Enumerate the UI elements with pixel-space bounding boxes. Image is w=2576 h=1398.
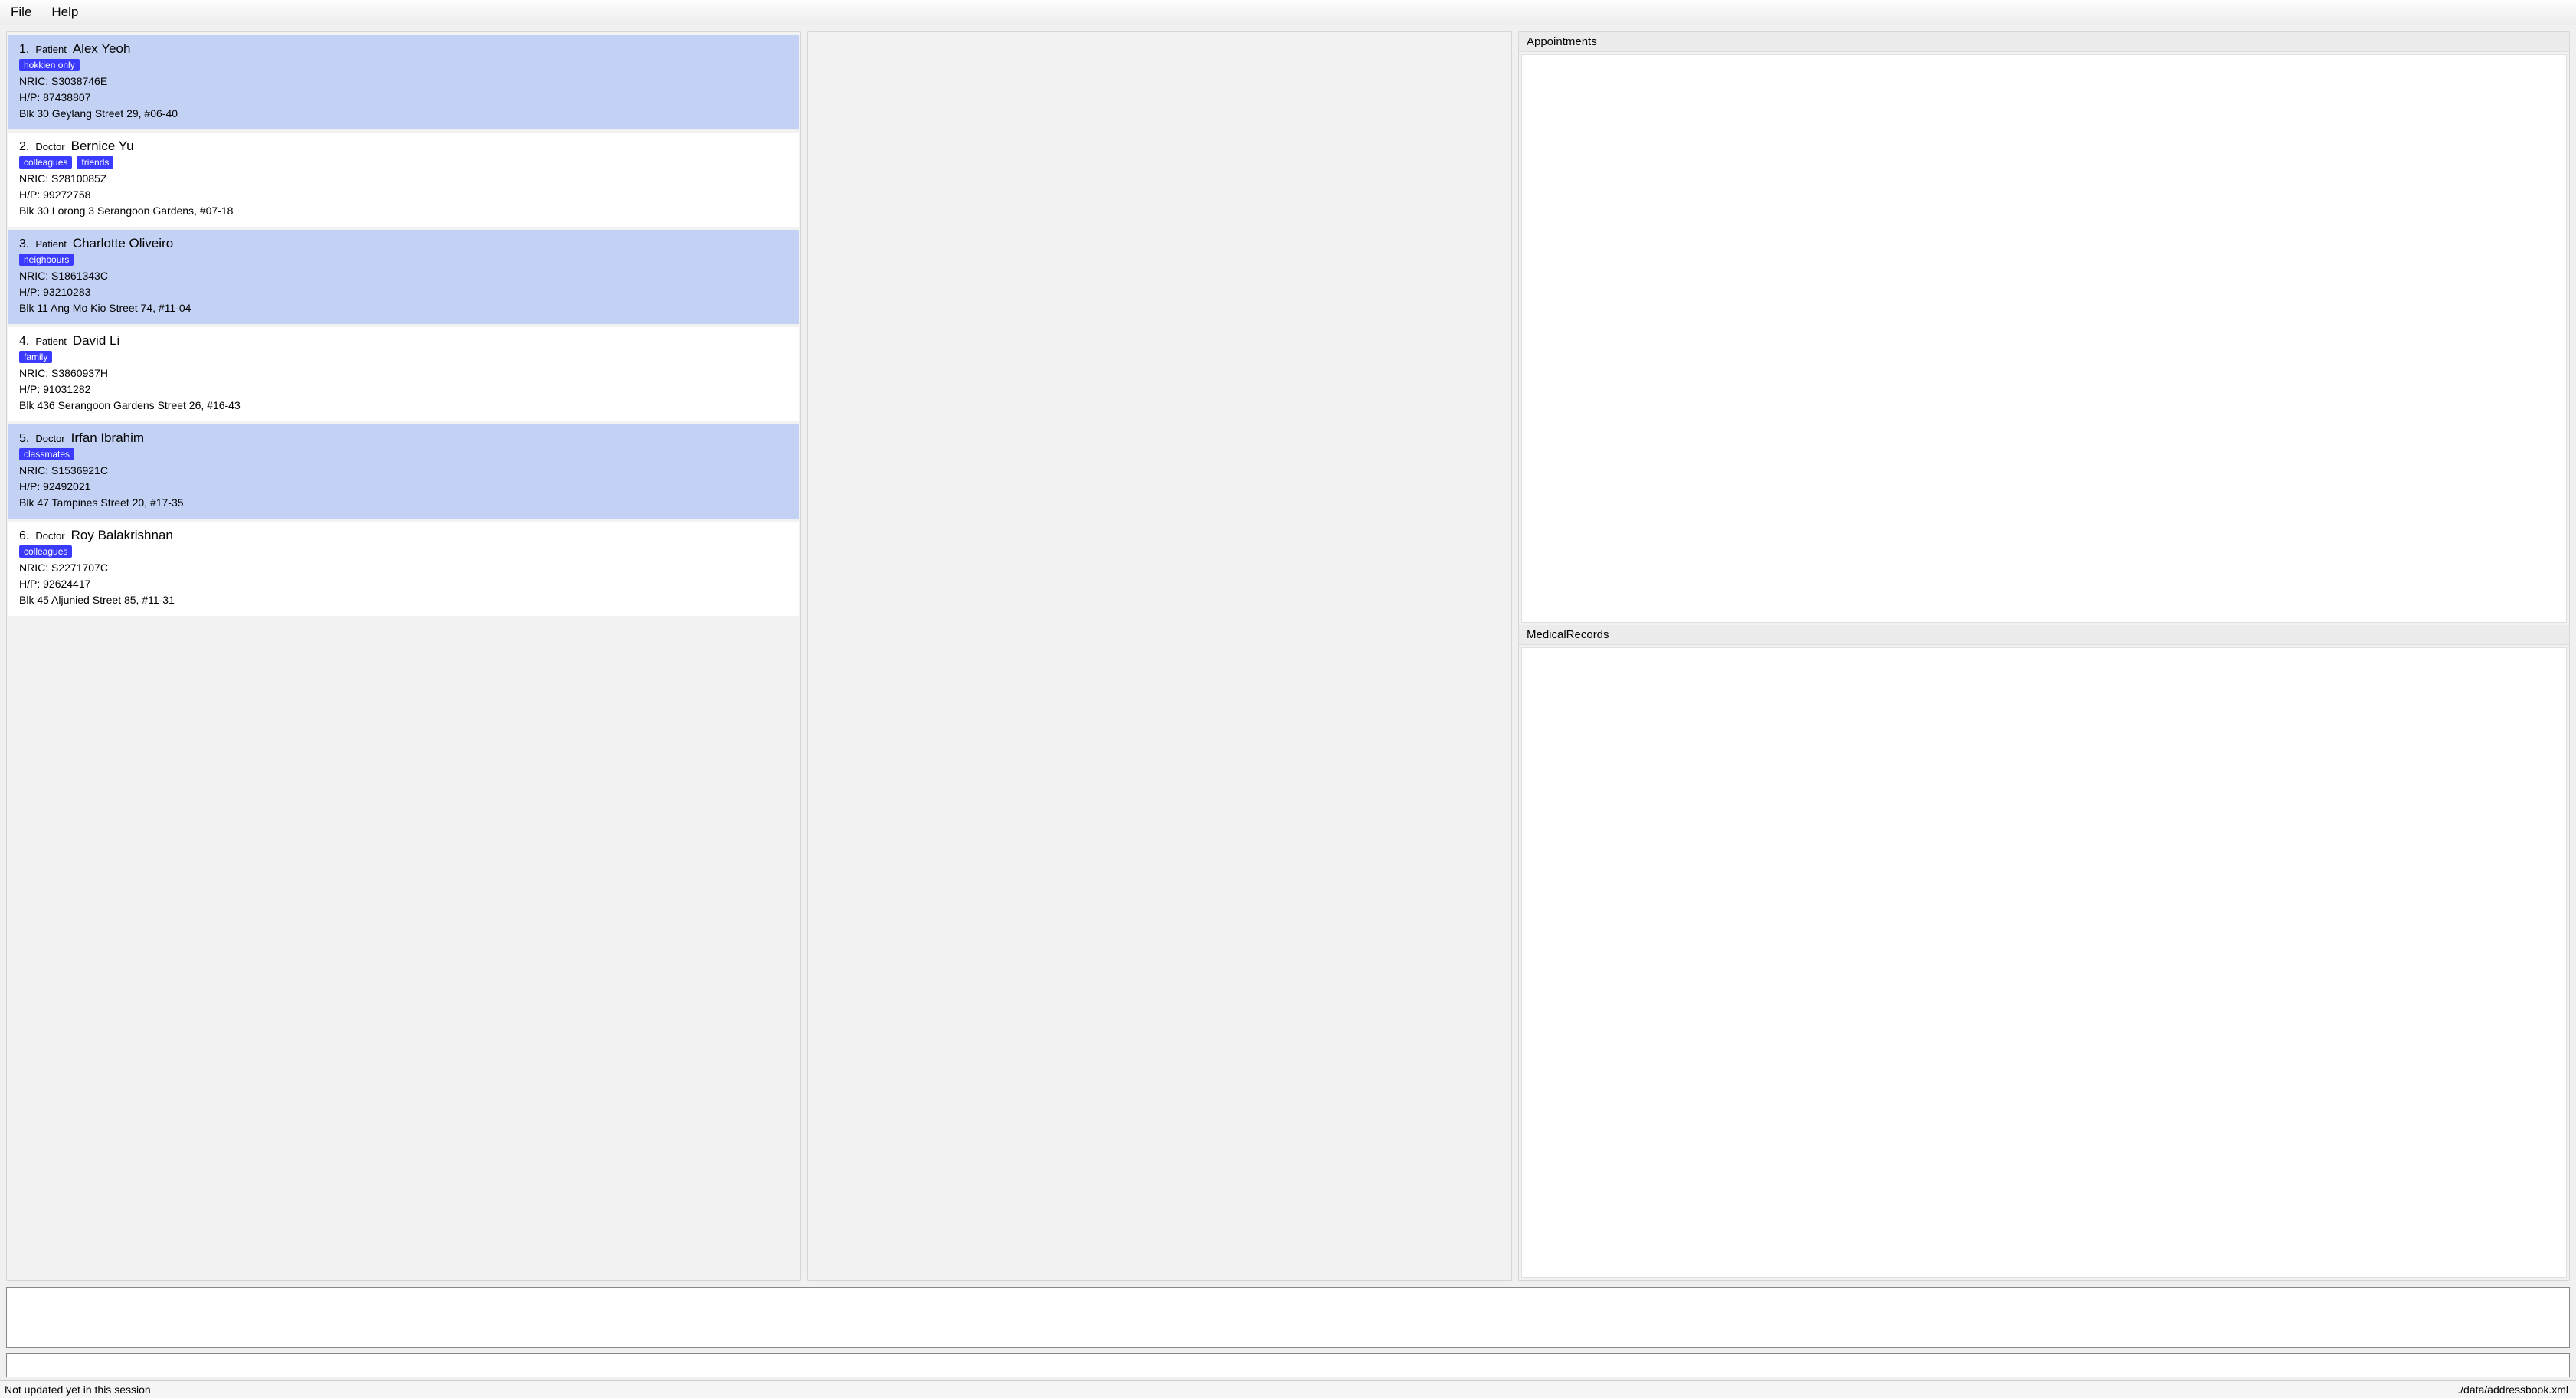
person-name: David Li — [73, 333, 119, 349]
person-hp: H/P: 92492021 — [19, 479, 788, 495]
person-name: Roy Balakrishnan — [71, 528, 173, 543]
person-name: Bernice Yu — [71, 139, 134, 154]
person-tags: colleagues — [19, 545, 788, 558]
person-nric: NRIC: S1861343C — [19, 268, 788, 284]
menu-file[interactable]: File — [8, 3, 34, 21]
person-name: Alex Yeoh — [73, 41, 131, 57]
tag: classmates — [19, 448, 74, 460]
content-area: 1. Patient Alex Yeoh hokkien only NRIC: S303… — [0, 25, 2576, 1287]
person-role: Doctor — [35, 433, 64, 444]
person-role: Patient — [35, 44, 66, 55]
person-hp: H/P: 87438807 — [19, 90, 788, 106]
person-hp: H/P: 99272758 — [19, 187, 788, 203]
person-name: Irfan Ibrahim — [71, 431, 144, 446]
tag: friends — [77, 156, 113, 169]
person-hp: H/P: 91031282 — [19, 381, 788, 398]
person-nric: NRIC: S1536921C — [19, 463, 788, 479]
person-nric: NRIC: S3038746E — [19, 74, 788, 90]
person-nric: NRIC: S2810085Z — [19, 171, 788, 187]
person-index: 5. — [19, 432, 29, 446]
person-index: 6. — [19, 529, 29, 543]
person-role: Patient — [35, 336, 66, 347]
menu-help[interactable]: Help — [48, 3, 81, 21]
person-card[interactable]: 3. Patient Charlotte Oliveiro neighbours NRI… — [8, 230, 799, 324]
person-index: 2. — [19, 140, 29, 154]
person-hp: H/P: 92624417 — [19, 576, 788, 592]
command-input[interactable] — [6, 1353, 2570, 1377]
medicalrecords-header: MedicalRecords — [1519, 625, 2569, 645]
person-address: Blk 30 Geylang Street 29, #06-40 — [19, 106, 788, 122]
appointments-body — [1521, 54, 2567, 623]
person-role: Doctor — [35, 530, 64, 542]
middle-panel — [807, 31, 1512, 1281]
person-card-header: 2. Doctor Bernice Yu — [19, 139, 788, 154]
person-card-header: 4. Patient David Li — [19, 333, 788, 349]
tag: colleagues — [19, 156, 72, 169]
person-role: Patient — [35, 238, 66, 250]
status-filepath: ./data/addressbook.xml — [1285, 1381, 2576, 1398]
person-card-header: 1. Patient Alex Yeoh — [19, 41, 788, 57]
person-card-header: 5. Doctor Irfan Ibrahim — [19, 431, 788, 446]
appointments-header: Appointments — [1519, 32, 2569, 52]
appointments-section: Appointments — [1519, 32, 2569, 625]
person-index: 4. — [19, 335, 29, 349]
person-address: Blk 45 Aljunied Street 85, #11-31 — [19, 592, 788, 608]
person-tags: family — [19, 351, 788, 363]
tag: neighbours — [19, 254, 74, 266]
person-nric: NRIC: S3860937H — [19, 365, 788, 381]
bottom-area — [0, 1287, 2576, 1380]
person-list-panel: 1. Patient Alex Yeoh hokkien only NRIC: S303… — [6, 31, 801, 1281]
person-address: Blk 11 Ang Mo Kio Street 74, #11-04 — [19, 300, 788, 316]
person-name: Charlotte Oliveiro — [73, 236, 173, 251]
tag: hokkien only — [19, 59, 80, 71]
person-index: 3. — [19, 237, 29, 251]
person-card[interactable]: 1. Patient Alex Yeoh hokkien only NRIC: S303… — [8, 35, 799, 129]
right-panel: Appointments MedicalRecords — [1518, 31, 2570, 1281]
person-tags: hokkien only — [19, 59, 788, 71]
person-card[interactable]: 5. Doctor Irfan Ibrahim classmates NRIC: S15… — [8, 424, 799, 519]
person-card[interactable]: 4. Patient David Li family NRIC: S3860937HH/… — [8, 327, 799, 421]
person-card-header: 3. Patient Charlotte Oliveiro — [19, 236, 788, 251]
tag: family — [19, 351, 52, 363]
person-hp: H/P: 93210283 — [19, 284, 788, 300]
person-card[interactable]: 6. Doctor Roy Balakrishnan colleagues NRIC: … — [8, 522, 799, 616]
person-card-header: 6. Doctor Roy Balakrishnan — [19, 528, 788, 543]
person-address: Blk 47 Tampines Street 20, #17-35 — [19, 495, 788, 511]
status-message: Not updated yet in this session — [0, 1381, 1285, 1398]
person-address: Blk 436 Serangoon Gardens Street 26, #16… — [19, 398, 788, 414]
menubar: File Help — [0, 0, 2576, 25]
person-tags: classmates — [19, 448, 788, 460]
result-display — [6, 1287, 2570, 1348]
person-tags: colleagues friends — [19, 156, 788, 169]
tag: colleagues — [19, 545, 72, 558]
person-role: Doctor — [35, 141, 64, 152]
medicalrecords-body — [1521, 647, 2567, 1278]
app-window: File Help 1. Patient Alex Yeoh hokkien only… — [0, 0, 2576, 1398]
medicalrecords-section: MedicalRecords — [1519, 625, 2569, 1280]
person-nric: NRIC: S2271707C — [19, 560, 788, 576]
person-card[interactable]: 2. Doctor Bernice Yu colleagues friends NRIC:… — [8, 133, 799, 227]
statusbar: Not updated yet in this session ./data/a… — [0, 1380, 2576, 1398]
person-address: Blk 30 Lorong 3 Serangoon Gardens, #07-1… — [19, 203, 788, 219]
person-tags: neighbours — [19, 254, 788, 266]
person-index: 1. — [19, 43, 29, 57]
